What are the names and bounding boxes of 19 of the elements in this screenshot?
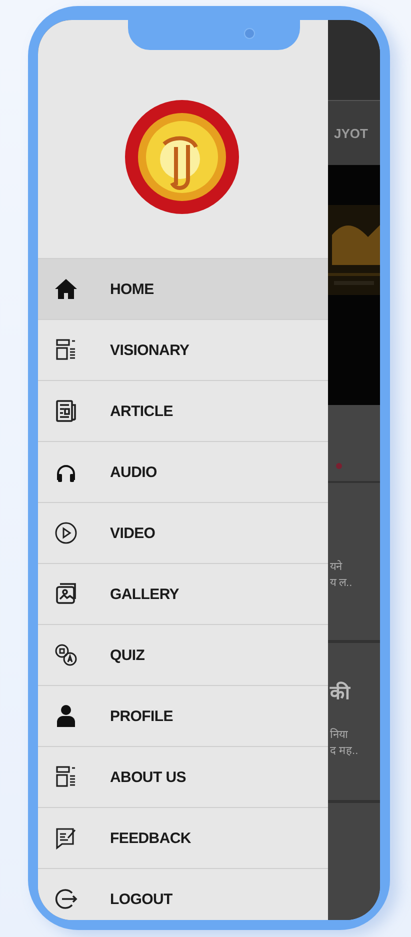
card-text: द मह.. xyxy=(330,744,360,759)
drawer-item[interactable]: LOGOUT xyxy=(38,868,328,920)
id-card-icon xyxy=(54,765,78,789)
card-text: यने xyxy=(330,559,344,575)
newspaper-icon xyxy=(54,399,78,423)
home-icon xyxy=(54,277,78,301)
chat-bubbles-icon xyxy=(54,643,78,667)
logout-icon xyxy=(54,887,78,911)
tab-label: JYOT xyxy=(334,126,368,140)
card-title: की xyxy=(330,680,352,705)
bullet-dot xyxy=(336,463,342,469)
card-text: निया xyxy=(330,727,349,743)
person-icon xyxy=(54,704,78,728)
note-icon xyxy=(54,826,78,850)
play-circle-icon xyxy=(54,521,78,545)
image-icon xyxy=(54,582,78,606)
id-card-icon xyxy=(54,338,78,362)
card-text: य ल.. xyxy=(330,576,354,591)
drawer-item[interactable]: HOME xyxy=(38,258,328,319)
